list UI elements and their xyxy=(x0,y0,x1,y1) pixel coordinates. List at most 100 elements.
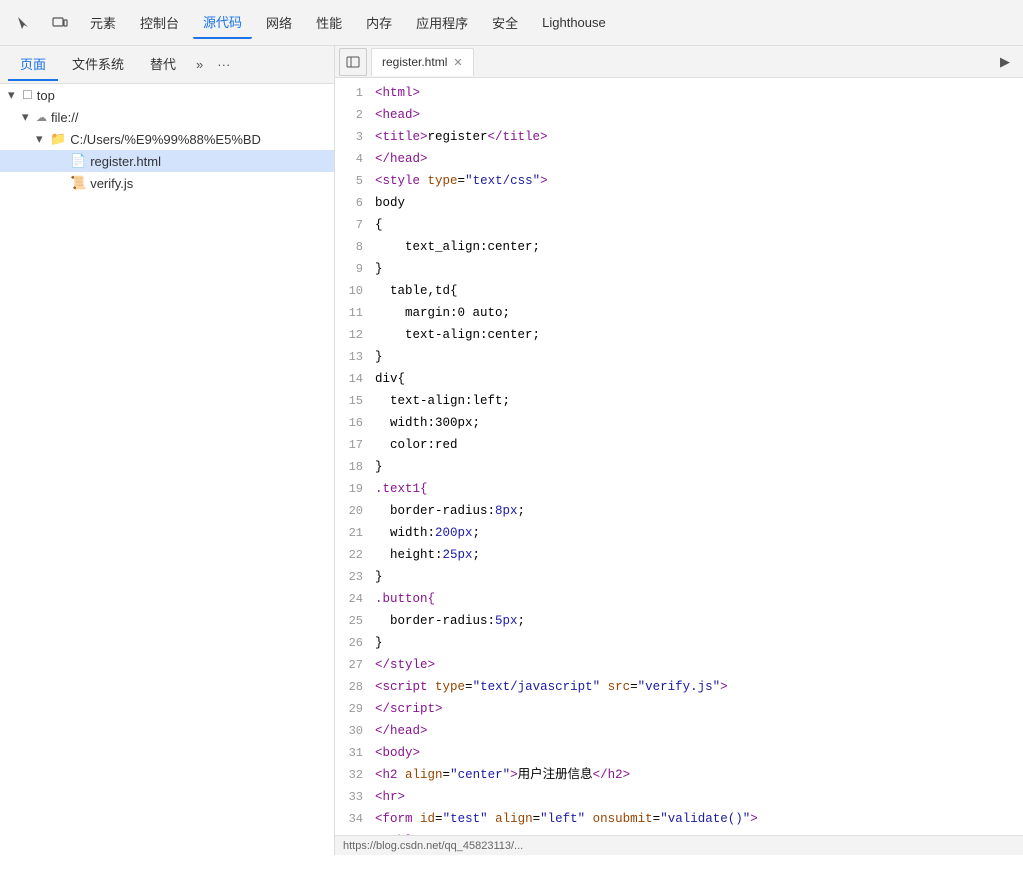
line-code[interactable]: .text1{ xyxy=(375,478,1023,500)
device-toggle-icon[interactable] xyxy=(44,7,76,39)
line-code[interactable]: <title>register</title> xyxy=(375,126,1023,148)
line-code[interactable]: width:300px; xyxy=(375,412,1023,434)
code-line: 7{ xyxy=(335,214,1023,236)
tree-arrow-top: ▾ xyxy=(8,87,22,103)
line-code[interactable]: } xyxy=(375,566,1023,588)
line-code[interactable]: .button{ xyxy=(375,588,1023,610)
line-code[interactable]: height:25px; xyxy=(375,544,1023,566)
tab-bar: register.html ✕ ▶ xyxy=(335,46,1023,78)
line-code[interactable]: } xyxy=(375,456,1023,478)
line-number: 3 xyxy=(335,126,375,148)
tree-item-folder[interactable]: ▾ 📁 C:/Users/%E9%99%88%E5%BD xyxy=(0,128,334,150)
code-line: 14div{ xyxy=(335,368,1023,390)
line-number: 29 xyxy=(335,698,375,720)
line-code[interactable]: <body> xyxy=(375,742,1023,764)
code-line: 18} xyxy=(335,456,1023,478)
line-number: 9 xyxy=(335,258,375,280)
folder-icon: 📁 xyxy=(50,131,66,147)
line-code[interactable]: <html> xyxy=(375,82,1023,104)
code-content[interactable]: 1<html>2<head>3<title>register</title>4<… xyxy=(335,78,1023,835)
js-file-icon: 📜 xyxy=(70,175,86,191)
line-number: 33 xyxy=(335,786,375,808)
tab-close-button[interactable]: ✕ xyxy=(453,56,462,69)
nav-filesystem[interactable]: 文件系统 xyxy=(60,48,136,81)
code-line: 25 border-radius:5px; xyxy=(335,610,1023,632)
code-line: 19.text1{ xyxy=(335,478,1023,500)
line-code[interactable]: <head> xyxy=(375,104,1023,126)
nav-application[interactable]: 应用程序 xyxy=(406,7,478,38)
line-code[interactable]: </style> xyxy=(375,654,1023,676)
nav-element[interactable]: 元素 xyxy=(80,7,126,38)
line-code[interactable]: border-radius:5px; xyxy=(375,610,1023,632)
nav-menu-button[interactable]: ··· xyxy=(211,53,236,76)
line-code[interactable]: <form id="test" align="left" onsubmit="v… xyxy=(375,808,1023,830)
tree-item-file[interactable]: ▾ ☁ file:// xyxy=(0,106,334,128)
tab-right-button[interactable]: ▶ xyxy=(991,48,1019,76)
code-line: 4</head> xyxy=(335,148,1023,170)
line-code[interactable]: </head> xyxy=(375,720,1023,742)
code-line: 22 height:25px; xyxy=(335,544,1023,566)
cursor-icon[interactable] xyxy=(8,7,40,39)
code-line: 20 border-radius:8px; xyxy=(335,500,1023,522)
line-code[interactable]: border-radius:8px; xyxy=(375,500,1023,522)
nav-security[interactable]: 安全 xyxy=(482,7,528,38)
status-url: https://blog.csdn.net/qq_45823113/... xyxy=(343,840,523,852)
tree-arrow-file: ▾ xyxy=(22,109,36,125)
line-code[interactable]: <style type="text/css"> xyxy=(375,170,1023,192)
line-code[interactable]: table,td{ xyxy=(375,280,1023,302)
line-number: 23 xyxy=(335,566,375,588)
nav-lighthouse[interactable]: Lighthouse xyxy=(532,9,616,36)
code-editor-area: register.html ✕ ▶ 1<html>2<head>3<title>… xyxy=(335,46,1023,855)
more-nav-button[interactable]: » xyxy=(190,53,209,76)
line-code[interactable]: div{ xyxy=(375,368,1023,390)
code-line: 11 margin:0 auto; xyxy=(335,302,1023,324)
line-code[interactable]: } xyxy=(375,258,1023,280)
line-code[interactable]: width:200px; xyxy=(375,522,1023,544)
code-line: 8 text_align:center; xyxy=(335,236,1023,258)
line-code[interactable]: color:red xyxy=(375,434,1023,456)
line-code[interactable]: text-align:left; xyxy=(375,390,1023,412)
status-bar: https://blog.csdn.net/qq_45823113/... xyxy=(335,835,1023,855)
line-number: 10 xyxy=(335,280,375,302)
line-code[interactable]: <h2 align="center">用户注册信息</h2> xyxy=(375,764,1023,786)
line-code[interactable]: <hr> xyxy=(375,786,1023,808)
sidebar-toggle-button[interactable] xyxy=(339,48,367,76)
code-line: 2<head> xyxy=(335,104,1023,126)
line-code[interactable]: text-align:center; xyxy=(375,324,1023,346)
line-code[interactable]: } xyxy=(375,346,1023,368)
line-code[interactable]: margin:0 auto; xyxy=(375,302,1023,324)
code-line: 5<style type="text/css"> xyxy=(335,170,1023,192)
nav-overrides[interactable]: 替代 xyxy=(138,48,188,81)
line-code[interactable]: body xyxy=(375,192,1023,214)
nav-network[interactable]: 网络 xyxy=(256,7,302,38)
code-line: 28<script type="text/javascript" src="ve… xyxy=(335,676,1023,698)
line-code[interactable]: { xyxy=(375,214,1023,236)
nav-console[interactable]: 控制台 xyxy=(130,7,189,38)
code-line: 23} xyxy=(335,566,1023,588)
nav-performance[interactable]: 性能 xyxy=(306,7,352,38)
line-code[interactable]: } xyxy=(375,632,1023,654)
tree-item-register-html[interactable]: 📄 register.html xyxy=(0,150,334,172)
code-line: 33<hr> xyxy=(335,786,1023,808)
frame-icon: ☐ xyxy=(22,88,33,102)
tree-item-verify-js[interactable]: 📜 verify.js xyxy=(0,172,334,194)
line-number: 16 xyxy=(335,412,375,434)
code-line: 32<h2 align="center">用户注册信息</h2> xyxy=(335,764,1023,786)
tree-label-top: top xyxy=(37,88,55,103)
line-code[interactable]: </head> xyxy=(375,148,1023,170)
line-code[interactable]: </script> xyxy=(375,698,1023,720)
file-tree: ▾ ☐ top ▾ ☁ file:// ▾ 📁 C:/Users/%E9%99%… xyxy=(0,84,334,194)
line-number: 13 xyxy=(335,346,375,368)
tab-filename: register.html xyxy=(382,55,447,69)
tree-item-top[interactable]: ▾ ☐ top xyxy=(0,84,334,106)
line-number: 34 xyxy=(335,808,375,830)
line-code[interactable]: <script type="text/javascript" src="veri… xyxy=(375,676,1023,698)
line-number: 22 xyxy=(335,544,375,566)
line-code[interactable]: text_align:center; xyxy=(375,236,1023,258)
file-tab-register[interactable]: register.html ✕ xyxy=(371,48,474,76)
tree-label-folder: C:/Users/%E9%99%88%E5%BD xyxy=(70,132,261,147)
nav-page[interactable]: 页面 xyxy=(8,48,58,81)
code-line: 27</style> xyxy=(335,654,1023,676)
nav-sources[interactable]: 源代码 xyxy=(193,6,252,39)
nav-memory[interactable]: 内存 xyxy=(356,7,402,38)
